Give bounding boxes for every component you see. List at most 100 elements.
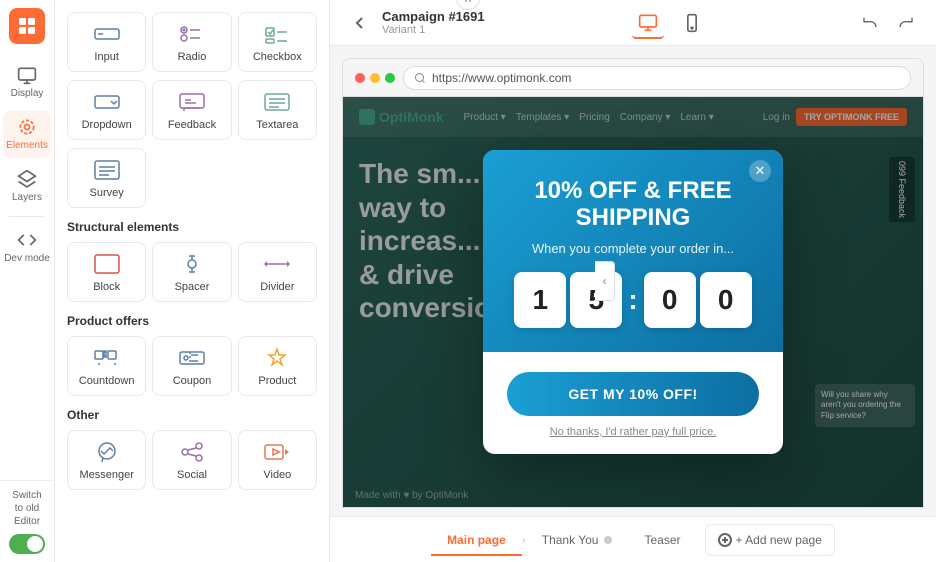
mobile-device-button[interactable] <box>676 7 708 39</box>
header-center <box>632 7 708 39</box>
element-textarea[interactable]: Textarea <box>238 80 317 140</box>
popup-cta-button[interactable]: GET MY 10% OFF! <box>507 372 759 416</box>
element-product-label: Product <box>258 375 296 387</box>
element-coupon-label: Coupon <box>173 375 212 387</box>
element-social[interactable]: Social <box>152 430 231 490</box>
header-left: Campaign #1691 Variant 1 <box>346 9 485 37</box>
other-title: Other <box>67 408 317 422</box>
icon-sidebar: Display Elements Layers Dev mode Switch … <box>0 0 55 562</box>
element-coupon[interactable]: Coupon <box>152 336 231 396</box>
elements-panel: Input Radio Checkbox Dropdown Feedback T… <box>55 0 330 562</box>
browser-bar: https://www.optimonk.com <box>343 59 923 97</box>
timer-box-1: 1 <box>514 272 566 328</box>
sidebar-item-layers[interactable]: Layers <box>3 162 51 210</box>
header-right <box>856 9 920 37</box>
browser-dot-green <box>385 73 395 83</box>
element-countdown[interactable]: Countdown <box>67 336 146 396</box>
back-button[interactable] <box>346 9 374 37</box>
product-offers-title: Product offers <box>67 314 317 328</box>
tab-thank-you-label: Thank You <box>542 533 599 547</box>
popup-subtitle: When you complete your order in... <box>507 241 759 256</box>
desktop-device-button[interactable] <box>632 7 664 39</box>
panel-collapse-button[interactable]: ‹ <box>595 261 615 301</box>
element-checkbox[interactable]: Checkbox <box>238 12 317 72</box>
element-spacer[interactable]: Spacer <box>152 242 231 302</box>
popup-overlay: ✕ 10% OFF & FREE SHIPPING When you compl… <box>343 97 923 507</box>
element-block[interactable]: Block <box>67 242 146 302</box>
element-divider[interactable]: Divider <box>238 242 317 302</box>
site-background: OptiMonk Product ▾ Templates ▾ Pricing C… <box>343 97 923 507</box>
form-elements-grid-2: Dropdown Feedback Textarea <box>67 80 317 140</box>
popup-bottom: GET MY 10% OFF! No thanks, I'd rather pa… <box>483 352 783 454</box>
element-feedback[interactable]: Feedback <box>152 80 231 140</box>
redo-button[interactable] <box>892 9 920 37</box>
preview-area: ‹ https://www.optimonk.com <box>330 46 936 516</box>
sidebar-item-devmode[interactable]: Dev mode <box>3 223 51 271</box>
app-logo[interactable] <box>9 8 45 44</box>
sidebar-label-display: Display <box>11 88 44 99</box>
tab-dot-thankyou <box>604 536 612 544</box>
campaign-title: Campaign #1691 <box>382 9 485 24</box>
top-header: Campaign #1691 Variant 1 <box>330 0 936 46</box>
popup-no-thanks[interactable]: No thanks, I'd rather pay full price. <box>507 426 759 438</box>
tab-thank-you[interactable]: Thank You <box>526 525 629 555</box>
timer-box-3: 0 <box>644 272 696 328</box>
browser-url-text: https://www.optimonk.com <box>432 71 571 85</box>
switch-old-section: Switch to old Editor <box>0 480 54 562</box>
tab-main-page-label: Main page <box>447 533 506 547</box>
element-product[interactable]: Product <box>238 336 317 396</box>
element-radio[interactable]: Radio <box>152 12 231 72</box>
product-grid: Countdown Coupon Product <box>67 336 317 396</box>
tab-main-page[interactable]: Main page <box>431 525 522 555</box>
bottom-bar: ∧ Main page › Thank You Teaser + Add new… <box>330 516 936 562</box>
browser-dots <box>355 73 395 83</box>
popup-top: 10% OFF & FREE SHIPPING When you complet… <box>483 150 783 352</box>
form-elements-grid: Input Radio Checkbox <box>67 12 317 72</box>
survey-grid: Survey <box>67 148 317 208</box>
element-spacer-label: Spacer <box>175 281 210 293</box>
timer-row: 1 5 : 0 0 <box>507 272 759 328</box>
popup-modal: ✕ 10% OFF & FREE SHIPPING When you compl… <box>483 150 783 454</box>
timer-box-4: 0 <box>700 272 752 328</box>
main-area: Campaign #1691 Variant 1 ‹ <box>330 0 936 562</box>
campaign-info: Campaign #1691 Variant 1 <box>382 9 485 36</box>
element-dropdown-label: Dropdown <box>82 119 132 131</box>
browser-dot-red <box>355 73 365 83</box>
switch-old-toggle[interactable] <box>9 534 45 554</box>
sidebar-label-devmode: Dev mode <box>4 253 50 264</box>
element-survey[interactable]: Survey <box>67 148 146 208</box>
structural-title: Structural elements <box>67 220 317 234</box>
sidebar-label-layers: Layers <box>12 192 42 203</box>
element-input[interactable]: Input <box>67 12 146 72</box>
undo-button[interactable] <box>856 9 884 37</box>
campaign-subtitle: Variant 1 <box>382 24 485 36</box>
popup-close-button[interactable]: ✕ <box>749 160 771 182</box>
browser-dot-yellow <box>370 73 380 83</box>
other-grid: Messenger Social Video <box>67 430 317 490</box>
structural-grid: Block Spacer Divider <box>67 242 317 302</box>
add-page-label: + Add new page <box>736 533 822 547</box>
element-block-label: Block <box>93 281 120 293</box>
element-textarea-label: Textarea <box>256 119 298 131</box>
element-social-label: Social <box>177 469 207 481</box>
element-radio-label: Radio <box>178 51 207 63</box>
element-survey-label: Survey <box>90 187 124 199</box>
element-feedback-label: Feedback <box>168 119 216 131</box>
switch-old-label: Switch to old Editor <box>8 489 46 528</box>
element-countdown-label: Countdown <box>79 375 135 387</box>
sidebar-divider <box>9 216 45 217</box>
element-divider-label: Divider <box>260 281 294 293</box>
timer-colon: : <box>628 284 637 316</box>
tab-teaser-label: Teaser <box>644 533 680 547</box>
element-video[interactable]: Video <box>238 430 317 490</box>
browser-url-bar[interactable]: https://www.optimonk.com <box>403 66 911 90</box>
element-messenger-label: Messenger <box>79 469 133 481</box>
element-dropdown[interactable]: Dropdown <box>67 80 146 140</box>
browser-content: OptiMonk Product ▾ Templates ▾ Pricing C… <box>343 97 923 507</box>
element-messenger[interactable]: Messenger <box>67 430 146 490</box>
tab-teaser[interactable]: Teaser <box>628 525 696 555</box>
sidebar-label-elements: Elements <box>6 140 48 151</box>
sidebar-item-display[interactable]: Display <box>3 58 51 106</box>
add-page-button[interactable]: + Add new page <box>705 524 835 556</box>
sidebar-item-elements[interactable]: Elements <box>3 110 51 158</box>
